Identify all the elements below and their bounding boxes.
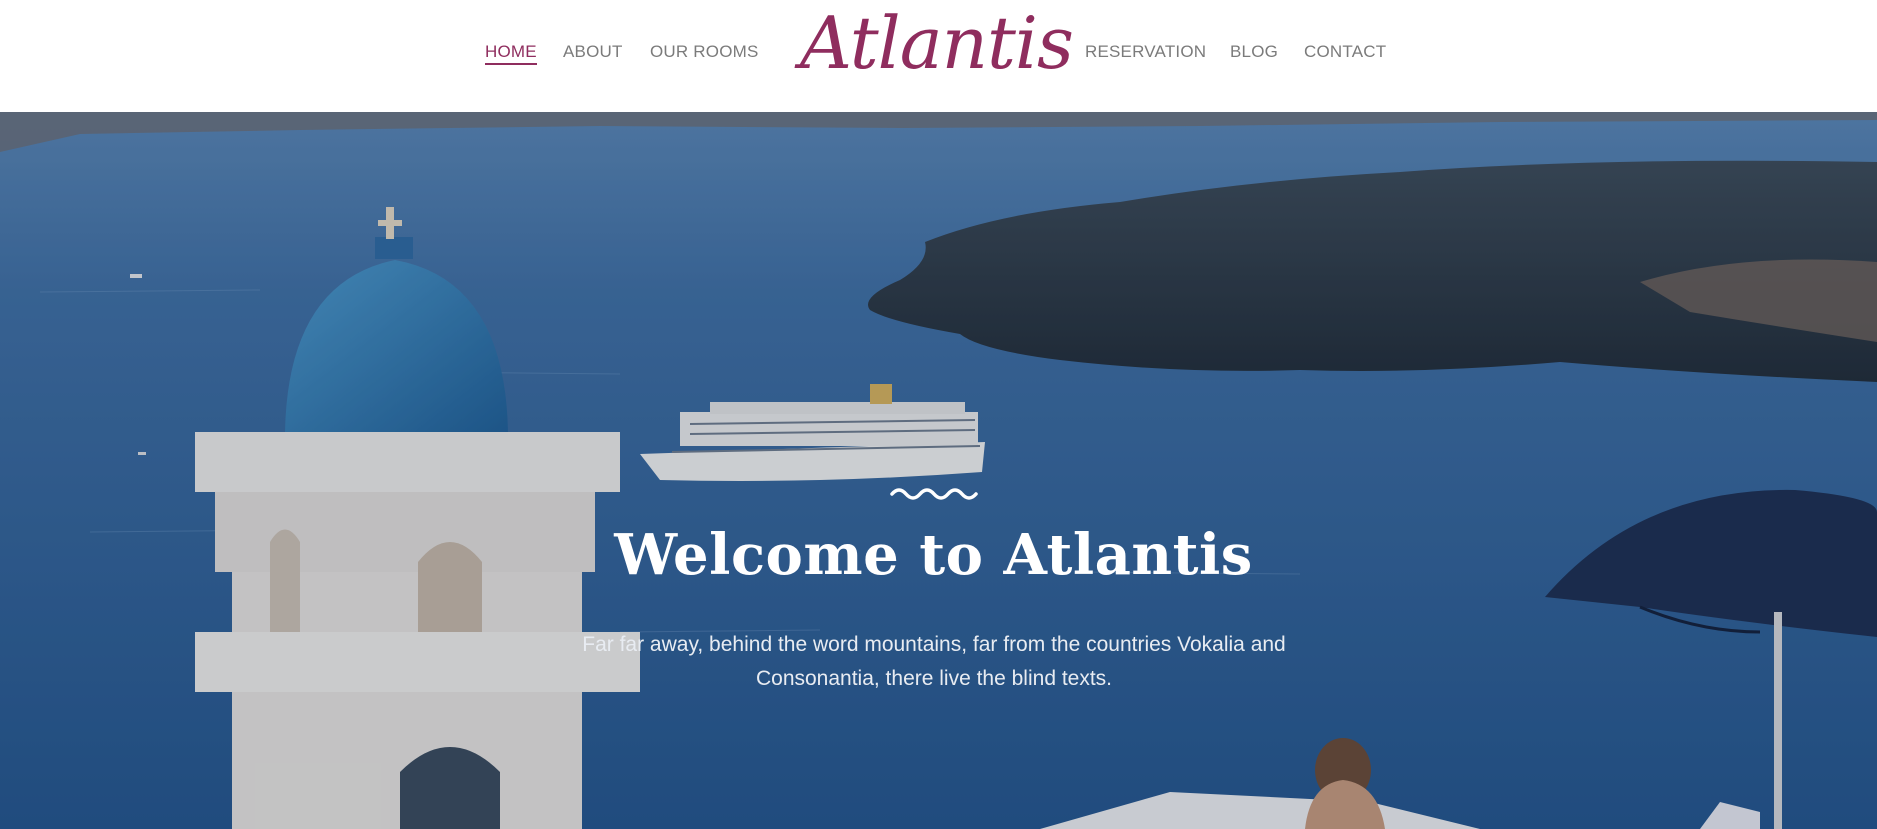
nav-about[interactable]: ABOUT — [563, 42, 623, 62]
wave-icon — [890, 488, 978, 500]
site-logo[interactable]: Atlantis — [800, 2, 1074, 84]
nav-reservation[interactable]: RESERVATION — [1085, 42, 1206, 62]
nav-contact[interactable]: CONTACT — [1304, 42, 1386, 62]
hero-section: Welcome to Atlantis Far far away, behind… — [0, 112, 1877, 829]
nav-home[interactable]: HOME — [485, 42, 537, 65]
hero-title: Welcome to Atlantis — [614, 522, 1253, 588]
hero-subtitle: Far far away, behind the word mountains,… — [582, 633, 1286, 690]
nav-our-rooms[interactable]: OUR ROOMS — [650, 42, 759, 62]
hero-overlay — [0, 112, 1877, 829]
site-header: HOME ABOUT OUR ROOMS Atlantis RESERVATIO… — [0, 0, 1877, 112]
nav-blog[interactable]: BLOG — [1230, 42, 1278, 62]
